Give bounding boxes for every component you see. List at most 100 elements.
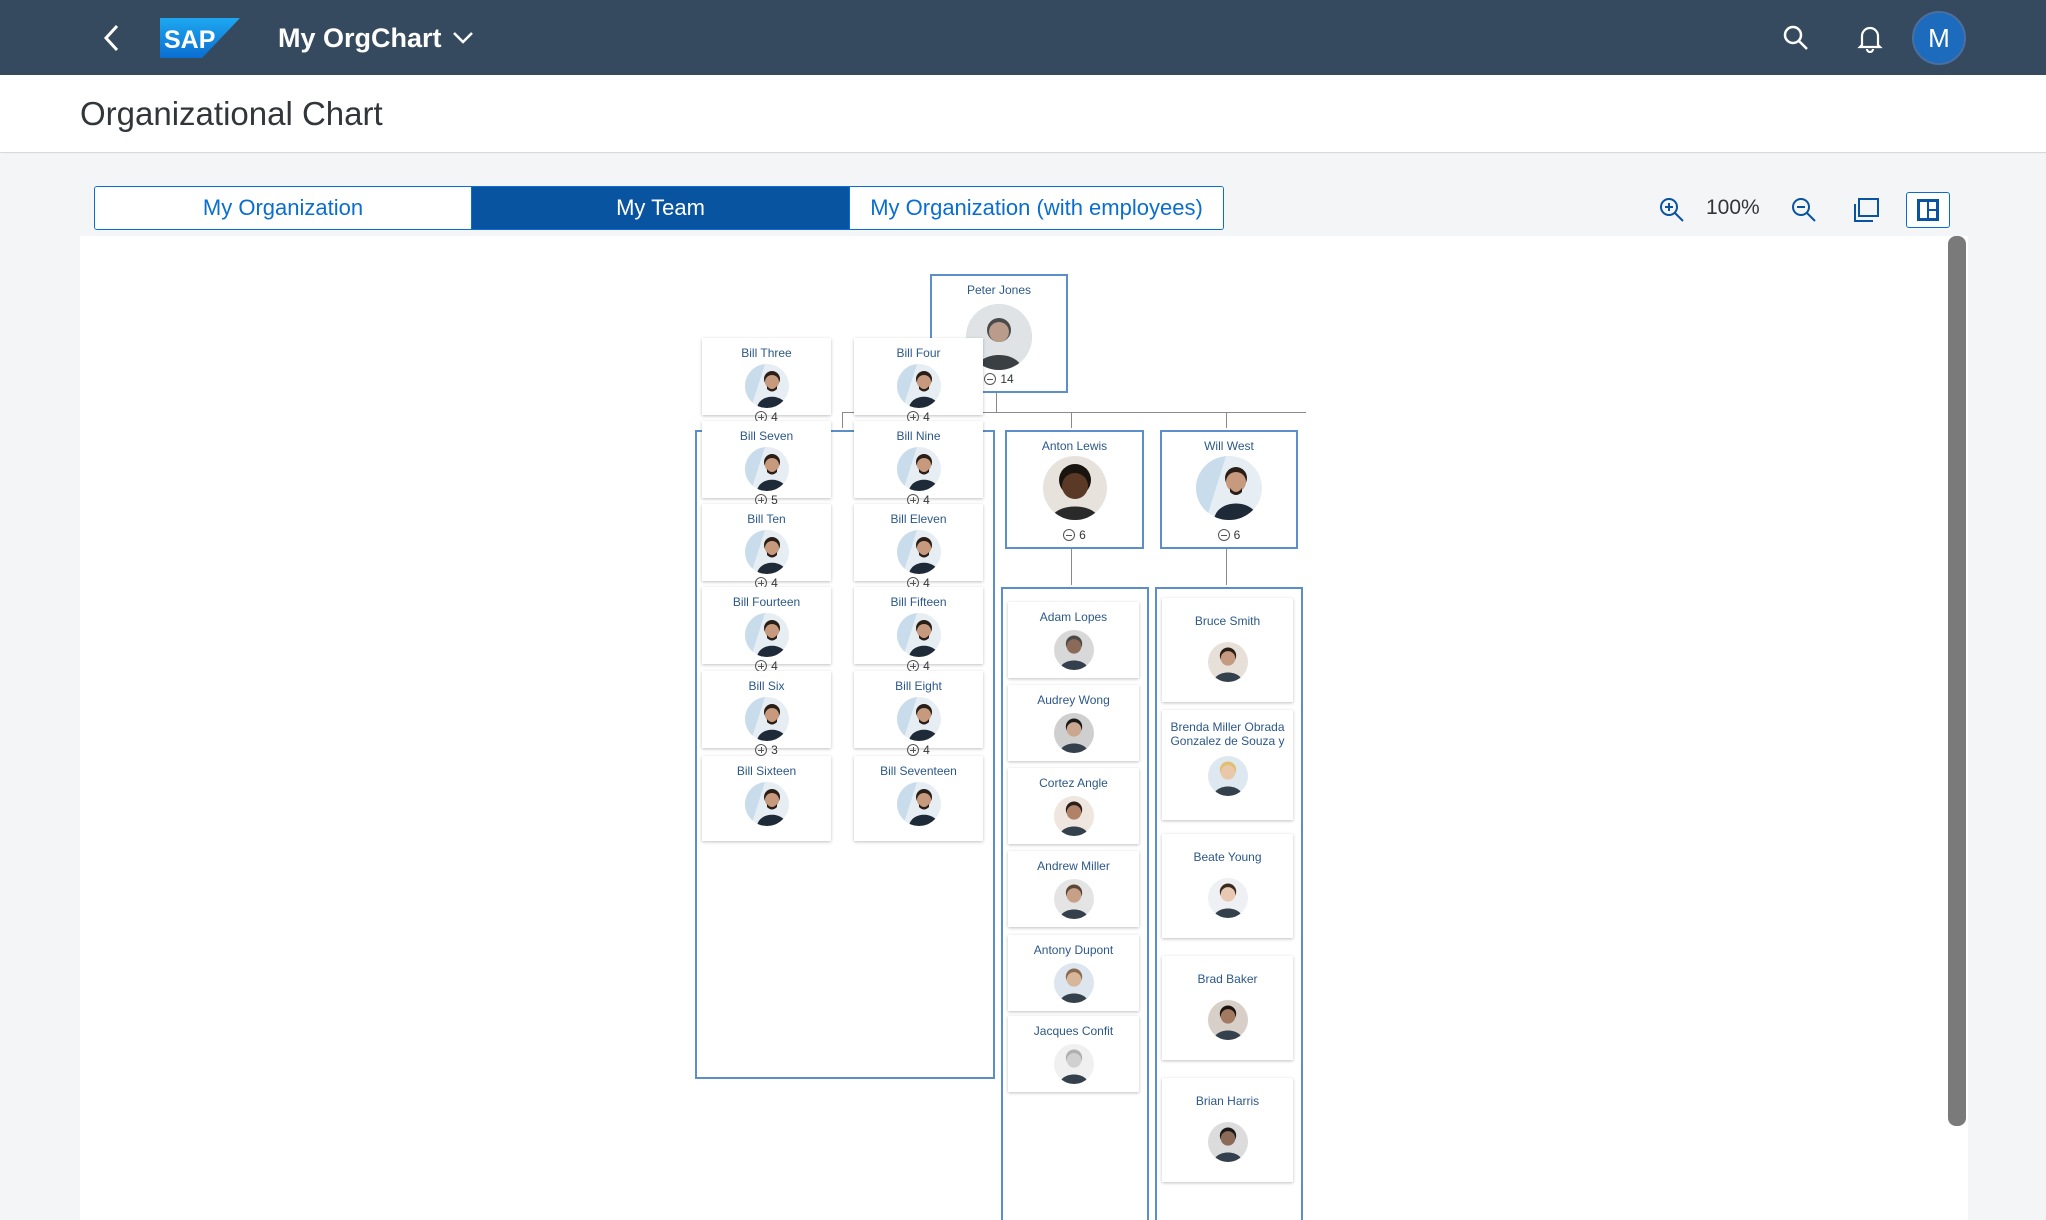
card-count[interactable]: 4 <box>854 743 983 757</box>
node-name: Will West <box>1204 439 1254 453</box>
svg-text:SAP: SAP <box>164 26 215 54</box>
card-name: Jacques Confit <box>1033 1024 1114 1038</box>
chevron-down-icon <box>452 32 473 44</box>
org-card[interactable]: Bill Fourteen 4 <box>702 587 831 673</box>
org-card[interactable]: Jacques Confit <box>1008 1016 1139 1092</box>
person-photo <box>1208 1000 1248 1040</box>
person-photo <box>1043 456 1107 520</box>
org-card[interactable]: Bill Four 4 <box>854 338 983 424</box>
card-count[interactable]: 3 <box>702 743 831 757</box>
org-card[interactable]: Bill Eleven 4 <box>854 504 983 590</box>
card-name: Bill Eleven <box>890 512 947 526</box>
node-name: Peter Jones <box>966 283 1032 297</box>
org-card[interactable]: Brian Harris <box>1162 1078 1293 1182</box>
connector-line <box>1226 412 1227 428</box>
org-card[interactable]: Cortez Angle <box>1008 768 1139 844</box>
card-name: Bill Fifteen <box>890 595 947 609</box>
org-card[interactable]: Brenda Miller Obrada Gonzalez de Souza y <box>1162 710 1293 820</box>
org-card[interactable]: Bill Nine 4 <box>854 421 983 507</box>
count-value: 6 <box>1079 528 1086 542</box>
person-photo <box>745 697 789 741</box>
shell-bar: SAP My OrgChart M <box>0 0 2046 75</box>
org-card[interactable]: Bill Six 3 <box>702 671 831 757</box>
org-card[interactable]: Bruce Smith <box>1162 598 1293 702</box>
layout-toggle-button[interactable] <box>1906 192 1950 228</box>
avatar-initial: M <box>1928 22 1950 53</box>
org-card[interactable]: Bill Eight 4 <box>854 671 983 757</box>
collapse-icon <box>984 373 997 385</box>
connector-line <box>1226 549 1227 585</box>
org-card[interactable]: Bill Seven 5 <box>702 421 831 507</box>
person-photo <box>1196 456 1262 520</box>
tab-my-organization-with-employees[interactable]: My Organization (with employees) <box>850 187 1223 229</box>
zoom-out-icon <box>1792 198 1816 222</box>
person-photo <box>745 364 789 408</box>
card-name: Andrew Miller <box>1037 859 1110 873</box>
card-name: Bill Seven <box>739 429 794 443</box>
app-title-menu[interactable]: My OrgChart <box>278 18 474 58</box>
card-name: Brenda Miller Obrada Gonzalez de Souza y <box>1170 720 1285 748</box>
zoom-out-button[interactable] <box>1784 190 1824 230</box>
person-photo <box>745 613 789 657</box>
org-card[interactable]: Brad Baker <box>1162 956 1293 1060</box>
org-card[interactable]: Bill Seventeen <box>854 756 983 841</box>
person-photo <box>897 364 941 408</box>
search-button[interactable] <box>1776 18 1816 58</box>
notifications-button[interactable] <box>1850 18 1890 58</box>
card-name: Bill Eight <box>895 679 942 693</box>
org-card[interactable]: Bill Three 4 <box>702 338 831 424</box>
org-card[interactable]: Bill Fifteen 4 <box>854 587 983 673</box>
node-count[interactable]: 6 <box>1162 528 1296 542</box>
card-name: Cortez Angle <box>1039 776 1108 790</box>
connector-line <box>842 412 843 428</box>
node-count[interactable]: 6 <box>1007 528 1142 542</box>
person-photo <box>897 447 941 491</box>
org-card[interactable]: Bill Ten 4 <box>702 504 831 590</box>
zoom-in-button[interactable] <box>1652 190 1692 230</box>
bell-icon <box>1857 26 1883 53</box>
person-photo <box>897 697 941 741</box>
org-card[interactable]: Beate Young <box>1162 834 1293 938</box>
org-card[interactable]: Antony Dupont <box>1008 935 1139 1011</box>
org-card[interactable]: Adam Lopes <box>1008 602 1139 678</box>
page-title: Organizational Chart <box>80 95 383 132</box>
collapse-icon <box>1063 529 1076 541</box>
sap-logo[interactable]: SAP <box>160 18 240 58</box>
page-header: Organizational Chart <box>0 75 2046 153</box>
user-avatar[interactable]: M <box>1912 11 1966 65</box>
person-photo <box>1208 1122 1248 1162</box>
card-name: Bill Three <box>741 346 792 360</box>
card-name: Beate Young <box>1193 850 1262 864</box>
person-photo <box>745 782 789 826</box>
zoom-level: 100% <box>1706 196 1760 219</box>
org-card[interactable]: Audrey Wong <box>1008 685 1139 761</box>
card-name: Brian Harris <box>1195 1094 1260 1108</box>
back-button[interactable] <box>92 18 132 58</box>
tab-my-organization[interactable]: My Organization <box>95 187 472 229</box>
search-icon <box>1783 25 1808 50</box>
tab-my-team[interactable]: My Team <box>472 187 850 229</box>
person-photo <box>1054 879 1094 919</box>
org-chart-canvas[interactable]: Peter Jones 14 Bill Three 4 Bill Four 4 Bill… <box>80 236 1968 1220</box>
org-card[interactable]: Andrew Miller <box>1008 851 1139 927</box>
view-segmented-button: My Organization My Team My Organization … <box>94 186 1224 230</box>
org-card[interactable]: Bill Sixteen <box>702 756 831 841</box>
person-photo <box>1208 878 1248 918</box>
app-title: My OrgChart <box>278 23 442 53</box>
expand-icon <box>907 744 920 756</box>
chevron-left-icon <box>103 24 119 52</box>
org-node-anton-lewis[interactable]: Anton Lewis 6 <box>1005 430 1144 549</box>
person-photo <box>1054 796 1094 836</box>
person-photo <box>897 613 941 657</box>
person-photo <box>1054 963 1094 1003</box>
collapse-icon <box>1217 529 1230 541</box>
expand-icon <box>755 744 768 756</box>
org-node-will-west[interactable]: Will West 6 <box>1160 430 1298 549</box>
fit-to-screen-button[interactable] <box>1846 190 1886 230</box>
card-name: Bruce Smith <box>1194 614 1261 628</box>
card-name: Antony Dupont <box>1033 943 1114 957</box>
card-name: Bill Four <box>896 346 941 360</box>
vertical-scrollbar[interactable] <box>1948 236 1966 1126</box>
person-photo <box>897 782 941 826</box>
card-name: Brad Baker <box>1197 972 1258 986</box>
